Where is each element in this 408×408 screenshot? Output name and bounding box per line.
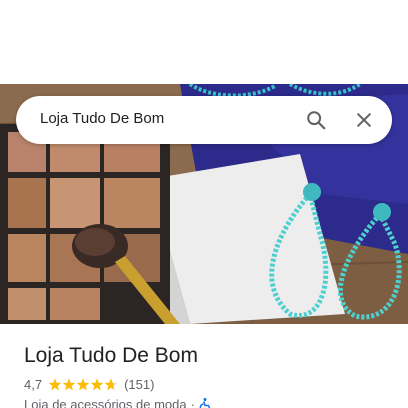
star-icon	[90, 377, 104, 390]
close-button[interactable]	[348, 104, 380, 136]
review-count[interactable]: (151)	[124, 377, 154, 392]
place-info-panel: Loja Tudo De Bom 4,7 (151) Loja de acess…	[0, 324, 408, 408]
search-input[interactable]: Loja Tudo De Bom	[40, 110, 164, 127]
wheelchair-icon	[199, 398, 211, 408]
star-icon	[104, 377, 118, 390]
close-icon	[357, 113, 371, 127]
star-rating-graphic	[48, 377, 118, 390]
place-title: Loja Tudo De Bom	[24, 344, 198, 367]
search-button[interactable]	[300, 104, 332, 136]
star-icon	[48, 377, 62, 390]
separator-dot: ·	[190, 397, 195, 408]
star-icon	[76, 377, 90, 390]
search-bar[interactable]: Loja Tudo De Bom	[16, 96, 392, 144]
search-icon	[307, 111, 326, 130]
rating-value: 4,7	[24, 377, 43, 392]
rating-stars	[48, 377, 118, 392]
star-icon	[62, 377, 76, 390]
rating-row[interactable]: 4,7 (151)	[24, 377, 154, 392]
top-blank-area	[0, 0, 408, 84]
place-category: Loja de acessórios de moda	[24, 397, 187, 408]
category-row: Loja de acessórios de moda ·	[24, 397, 211, 408]
